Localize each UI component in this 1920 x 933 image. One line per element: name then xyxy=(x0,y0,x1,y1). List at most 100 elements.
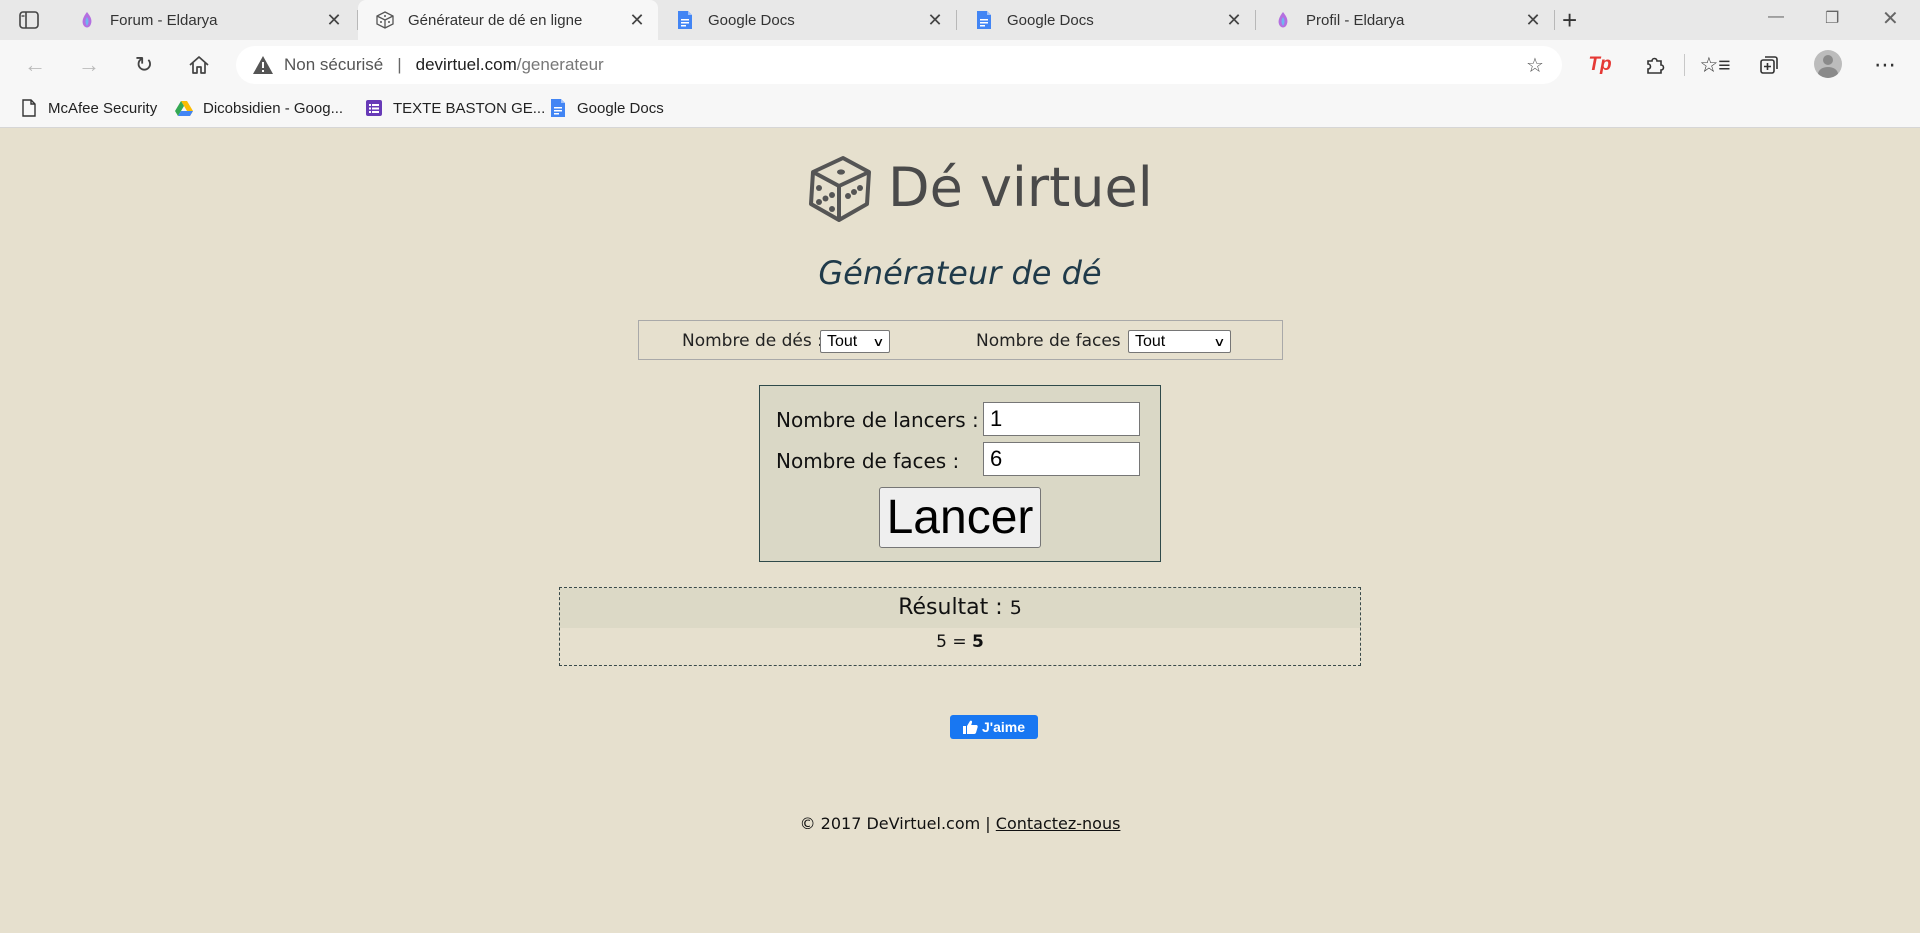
refresh-button[interactable]: ↻ xyxy=(129,50,159,80)
back-button[interactable]: ← xyxy=(20,50,50,80)
profile-avatar[interactable] xyxy=(1814,50,1842,78)
url-divider: | xyxy=(397,55,402,74)
restore-icon: ❐ xyxy=(1825,10,1840,27)
restore-button[interactable]: ❐ xyxy=(1825,8,1839,28)
tab-generateur[interactable]: Générateur de dé en ligne ✕ xyxy=(358,0,658,40)
url-domain: devirtuel.com xyxy=(415,55,517,74)
puzzle-icon xyxy=(1647,57,1665,74)
faces-filter-select[interactable]: Tout ∨ xyxy=(1128,330,1231,353)
tab-profil-eldarya[interactable]: Profil - Eldarya ✕ xyxy=(1256,0,1554,40)
tab-google-docs-2[interactable]: Google Docs ✕ xyxy=(957,0,1255,40)
result-total: 5 xyxy=(972,632,984,652)
result-header: Résultat : 5 xyxy=(560,588,1360,628)
home-button[interactable] xyxy=(184,50,214,80)
chevron-down-icon: ∨ xyxy=(872,334,885,349)
more-icon: ⋯ xyxy=(1874,52,1896,77)
close-icon[interactable]: ✕ xyxy=(1225,10,1243,30)
chevron-down-icon: ∨ xyxy=(1213,334,1226,349)
more-menu-button[interactable]: ⋯ xyxy=(1870,50,1900,80)
result-label: Résultat : xyxy=(898,595,1003,620)
throws-label: Nombre de lancers : xyxy=(776,408,979,432)
throws-input[interactable] xyxy=(983,402,1140,436)
url-path: /generateur xyxy=(516,55,604,74)
dice-count-label: Nombre de dés : xyxy=(682,331,823,351)
tab-title: Générateur de dé en ligne xyxy=(408,11,583,29)
result-detail: 5 = 5 xyxy=(560,630,1360,654)
google-docs-icon xyxy=(975,11,993,29)
bookmark-label: McAfee Security xyxy=(48,99,158,117)
roll-button[interactable]: Lancer xyxy=(879,487,1041,548)
google-drive-icon xyxy=(175,99,193,117)
tab-title: Forum - Eldarya xyxy=(110,11,218,29)
roll-form: Nombre de lancers : Nombre de faces : La… xyxy=(759,385,1161,562)
result-expression: 5 = xyxy=(936,632,967,652)
star-add-icon: ☆ xyxy=(1526,55,1544,77)
forward-button[interactable]: → xyxy=(74,50,104,80)
tab-title: Profil - Eldarya xyxy=(1306,11,1405,29)
close-icon[interactable]: ✕ xyxy=(1524,10,1542,30)
dice-icon xyxy=(376,11,394,29)
bookmark-dicobsidien[interactable]: Dicobsidien - Goog... xyxy=(175,96,343,120)
filter-bar: Nombre de dés : Tout ∨ Nombre de faces :… xyxy=(638,320,1283,360)
bookmark-label: Google Docs xyxy=(577,99,664,117)
bookmark-google-docs[interactable]: Google Docs xyxy=(549,96,664,120)
dice-count-select[interactable]: Tout ∨ xyxy=(820,330,890,353)
minimize-icon: — xyxy=(1768,8,1784,25)
tab-separator xyxy=(1554,10,1555,30)
minimize-button[interactable]: — xyxy=(1768,8,1784,26)
close-icon[interactable]: ✕ xyxy=(325,10,343,30)
dice-count-value: Tout xyxy=(827,332,858,350)
tab-title: Google Docs xyxy=(708,11,795,29)
collections-icon xyxy=(1760,56,1778,74)
faces-filter-label: Nombre de faces : xyxy=(976,331,1132,351)
close-window-button[interactable]: ✕ xyxy=(1882,6,1899,31)
eldarya-icon xyxy=(78,11,96,29)
bookmark-label: TEXTE BASTON GE... xyxy=(393,99,546,117)
refresh-icon: ↻ xyxy=(134,52,154,77)
bookmark-mcafee[interactable]: McAfee Security xyxy=(20,96,157,120)
favorites-icon: ☆≡ xyxy=(1699,53,1731,77)
tab-actions-icon xyxy=(19,11,39,29)
forms-icon xyxy=(365,99,383,117)
contact-link[interactable]: Contactez-nous xyxy=(996,814,1121,833)
tab-title: Google Docs xyxy=(1007,11,1094,29)
copyright-text: © 2017 DeVirtuel.com | xyxy=(799,814,991,833)
faces-filter-value: Tout xyxy=(1135,332,1166,350)
faces-label: Nombre de faces : xyxy=(776,449,960,473)
security-label[interactable]: Non sécurisé xyxy=(284,55,383,75)
dice-logo-icon xyxy=(809,156,871,222)
bookmark-texte-baston[interactable]: TEXTE BASTON GE... xyxy=(365,96,545,120)
page-icon xyxy=(20,99,38,117)
toolbar-separator xyxy=(1684,54,1685,76)
close-icon[interactable]: ✕ xyxy=(628,10,646,30)
bookmark-label: Dicobsidien - Goog... xyxy=(203,99,344,117)
tp-extension-icon: Tp xyxy=(1588,54,1612,75)
result-panel: Résultat : 5 5 = 5 xyxy=(559,587,1361,666)
tab-actions-button[interactable] xyxy=(18,10,40,30)
facebook-like-button[interactable]: J'aime xyxy=(950,715,1038,739)
plus-icon: + xyxy=(1562,5,1578,35)
footer: © 2017 DeVirtuel.com | Contactez-nous xyxy=(0,814,1920,833)
home-icon xyxy=(189,56,209,74)
collections-button[interactable] xyxy=(1754,50,1784,80)
result-value: 5 xyxy=(1009,597,1022,619)
new-tab-button[interactable]: + xyxy=(1562,5,1578,35)
faces-input[interactable] xyxy=(983,442,1140,476)
warning-icon xyxy=(253,56,273,74)
arrow-left-icon: ← xyxy=(24,52,46,77)
extension-tp-button[interactable]: Tp xyxy=(1585,50,1615,80)
close-icon: ✕ xyxy=(1882,8,1899,30)
eldarya-icon xyxy=(1274,11,1292,29)
tab-google-docs-1[interactable]: Google Docs ✕ xyxy=(658,0,956,40)
url-field[interactable]: Non sécurisé | devirtuel.com/generateur xyxy=(236,46,1562,84)
site-title[interactable]: Dé virtuel xyxy=(888,156,1153,220)
favorites-button[interactable]: ☆≡ xyxy=(1699,50,1731,80)
extensions-button[interactable] xyxy=(1640,50,1670,80)
close-icon[interactable]: ✕ xyxy=(926,10,944,30)
like-label: J'aime xyxy=(981,719,1026,735)
arrow-right-icon: → xyxy=(78,52,100,77)
thumbs-up-icon xyxy=(962,720,978,734)
tab-forum-eldarya[interactable]: Forum - Eldarya ✕ xyxy=(60,0,355,40)
page-subtitle: Générateur de dé xyxy=(818,254,1102,292)
add-favorite-button[interactable]: ☆ xyxy=(1526,53,1544,78)
